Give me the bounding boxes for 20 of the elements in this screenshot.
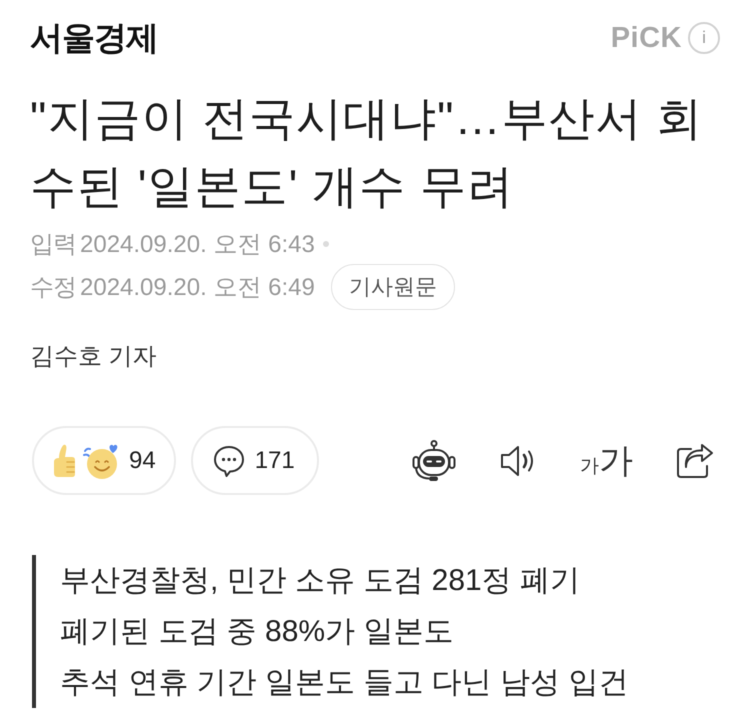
separator-dot-icon: [322, 241, 329, 247]
share-icon[interactable]: [675, 442, 715, 480]
original-article-button[interactable]: 기사원문: [330, 264, 455, 310]
published-label: 입력: [30, 230, 76, 260]
summary-line: 부산경찰청, 민간 소유 도검 281정 폐기: [60, 563, 582, 599]
published-datetime: 2024.09.20. 오전 6:43: [80, 230, 315, 260]
comment-button[interactable]: 171: [190, 426, 319, 495]
robot-icon[interactable]: [412, 440, 456, 482]
summary-line: 폐기된 도검 중 88%가 일본도: [60, 614, 454, 650]
thumbs-up-icon: [52, 442, 78, 478]
pick-label: PiCK: [610, 22, 682, 54]
headline: "지금이 전국시대냐"…부산서 회수된 '일본도' 개수 무려: [30, 91, 704, 214]
modified-datetime: 2024.09.20. 오전 6:49: [80, 273, 315, 303]
speech-bubble-icon: [212, 444, 246, 478]
publisher-logo[interactable]: 서울경제: [30, 16, 158, 60]
summary-line: 추석 연휴 기간 일본도 들고 다닌 남성 입건: [60, 665, 628, 701]
reaction-button[interactable]: 94: [32, 426, 176, 495]
font-size-button[interactable]: 가가: [580, 444, 633, 478]
byline: 김수호 기자: [30, 342, 158, 372]
modified-label: 수정: [30, 273, 76, 303]
